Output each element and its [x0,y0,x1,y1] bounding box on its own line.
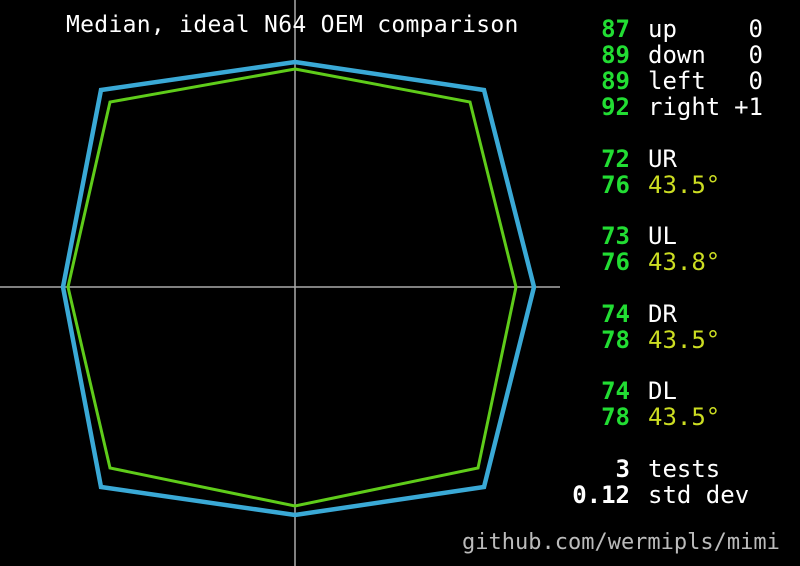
up-offset: 0 [748,15,763,43]
up-label: up [648,15,677,43]
diagonal-dr: 74 DR 78 43.5° [0,301,800,353]
tests-label: tests [648,455,721,483]
right-offset: +1 [734,93,763,121]
dr-value: 74 [601,300,630,328]
left-label: left [648,67,706,95]
std-dev-value: 0.12 [572,481,630,509]
ideal-oem-octagon [60,59,537,518]
chart-title: Median, ideal N64 OEM comparison [66,12,519,38]
dl-angle: 43.5° [648,403,721,431]
down-value: 89 [601,41,630,69]
ur-value: 72 [601,145,630,173]
dl-label: DL [648,377,677,405]
stick-range-plot [0,0,560,566]
ur-ideal-value: 76 [601,171,630,199]
right-value: 92 [601,93,630,121]
ur-angle: 43.5° [648,171,721,199]
ul-value: 73 [601,222,630,250]
dr-label: DR [648,300,677,328]
dl-ideal-value: 78 [601,403,630,431]
diagonal-ur: 72 UR 76 43.5° [0,146,800,198]
dr-angle: 43.5° [648,326,721,354]
diagonal-ul: 73 UL 76 43.8° [0,223,800,275]
ul-angle: 43.8° [648,248,721,276]
tests-value: 3 [615,455,630,483]
up-value: 87 [601,15,630,43]
left-value: 89 [601,67,630,95]
github-credit: github.com/wermipls/mimi [462,530,780,555]
ur-label: UR [648,145,677,173]
octagon-comparison-screen: Median, ideal N64 OEM comparison 87 up 0… [0,0,800,566]
ul-ideal-value: 76 [601,248,630,276]
down-offset: 0 [748,41,763,69]
dl-value: 74 [601,377,630,405]
diagonal-dl: 74 DL 78 43.5° [0,378,800,430]
ul-label: UL [648,222,677,250]
dr-ideal-value: 78 [601,326,630,354]
std-dev-label: std dev [648,481,750,509]
down-label: down [648,41,706,69]
left-offset: 0 [748,67,763,95]
